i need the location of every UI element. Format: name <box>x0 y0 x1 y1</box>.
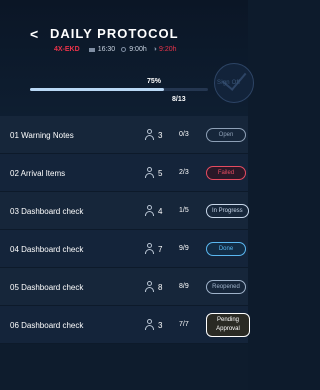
daily-protocol-screen: < DAILY PROTOCOL 4X-EKD 16:30 9:00h ◑ 9:… <box>0 0 254 390</box>
timer-icon: ◑ <box>152 46 157 53</box>
time-value: 16:30 <box>97 46 116 53</box>
item-progress: 1/5 <box>179 207 189 214</box>
checklist: 01 Warning Notes 3 0/3 Open 02 Arrival Items… <box>0 116 250 344</box>
item-label: 03 Dashboard check <box>10 207 84 216</box>
user-count: 8 <box>158 283 163 292</box>
progress-bar <box>30 88 208 91</box>
user-count: 4 <box>158 207 163 216</box>
list-item[interactable]: 06 Dashboard check 3 7/7 Pending Approval <box>0 306 250 344</box>
clock-icon <box>121 47 127 52</box>
sign-off-label: Sign Off <box>217 80 241 86</box>
item-label: 05 Dashboard check <box>10 283 84 292</box>
page-title: DAILY PROTOCOL <box>50 26 179 41</box>
user-count: 7 <box>158 245 163 254</box>
status-badge[interactable]: Pending Approval <box>206 313 250 337</box>
item-label: 02 Arrival Items <box>10 169 66 178</box>
item-progress: 7/7 <box>179 321 189 328</box>
user-count: 3 <box>158 321 163 330</box>
list-item[interactable]: 04 Dashboard check 7 9/9 Done <box>0 230 248 268</box>
list-item[interactable]: 02 Arrival Items 5 2/3 Failed <box>0 154 248 192</box>
list-item[interactable]: 01 Warning Notes 3 0/3 Open <box>0 116 248 154</box>
user-icon <box>145 319 154 330</box>
check-icon <box>221 65 247 91</box>
remaining-value: 9:20h <box>158 46 177 53</box>
user-icon <box>145 167 154 178</box>
flight-meta: 4X-EKD 16:30 9:00h ◑ 9:20h <box>54 46 177 53</box>
user-icon <box>145 129 154 140</box>
item-progress: 9/9 <box>179 245 189 252</box>
status-badge[interactable]: Failed <box>206 166 246 180</box>
progress-fill <box>30 88 164 91</box>
progress-percent: 75% <box>147 78 162 85</box>
status-badge[interactable]: In Progress <box>206 204 249 218</box>
header: < DAILY PROTOCOL 4X-EKD 16:30 9:00h ◑ 9:… <box>0 0 254 116</box>
duration-value: 9:00h <box>129 46 147 53</box>
aircraft-icon <box>88 47 95 52</box>
user-icon <box>145 281 154 292</box>
user-icon <box>145 205 154 216</box>
item-progress: 2/3 <box>179 169 189 176</box>
item-label: 06 Dashboard check <box>10 321 84 330</box>
user-icon <box>145 243 154 254</box>
status-badge[interactable]: Done <box>206 242 246 256</box>
user-count: 3 <box>158 131 163 140</box>
list-item[interactable]: 03 Dashboard check 4 1/5 In Progress <box>0 192 249 230</box>
item-label: 01 Warning Notes <box>10 131 74 140</box>
back-button[interactable]: < <box>30 26 39 42</box>
user-count: 5 <box>158 169 163 178</box>
list-item[interactable]: 05 Dashboard check 8 8/9 Reopened <box>0 268 248 306</box>
status-badge[interactable]: Open <box>206 128 246 142</box>
progress-count: 8/13 <box>172 96 186 103</box>
aircraft-code: 4X-EKD <box>54 46 80 53</box>
item-progress: 0/3 <box>179 131 189 138</box>
sign-off-button[interactable]: Sign Off <box>214 63 254 103</box>
status-badge[interactable]: Reopened <box>206 280 246 294</box>
item-progress: 8/9 <box>179 283 189 290</box>
item-label: 04 Dashboard check <box>10 245 84 254</box>
